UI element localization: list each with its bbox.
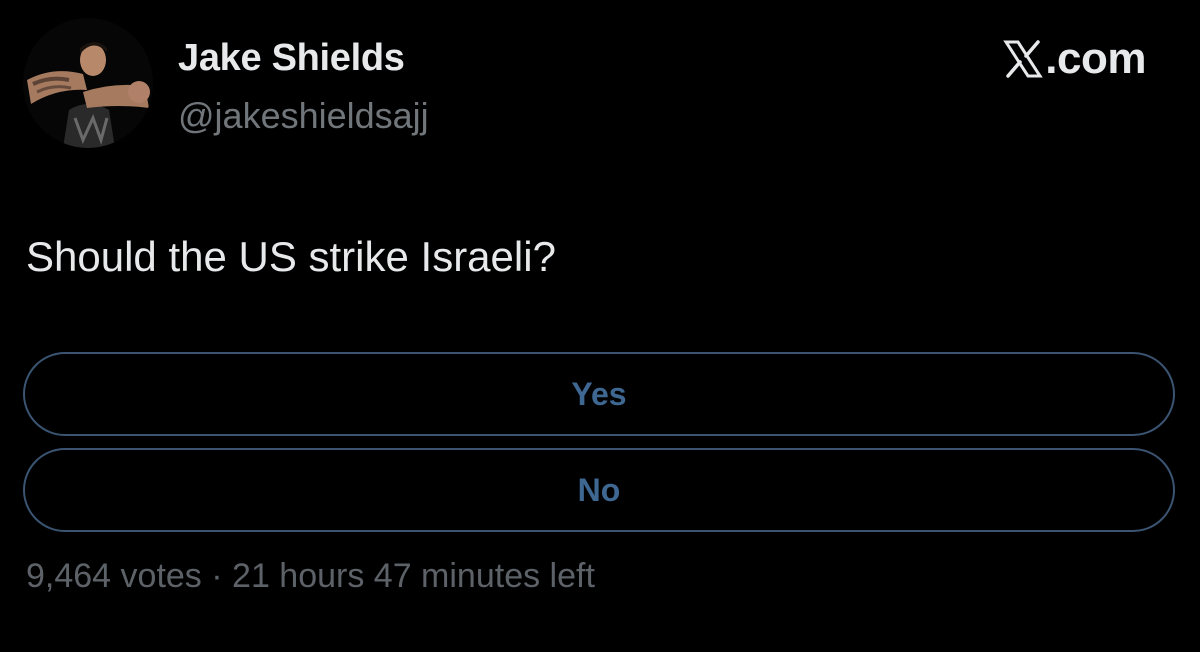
x-logo-icon [1003, 39, 1044, 79]
poll: Yes No [23, 352, 1175, 544]
poll-option-yes[interactable]: Yes [23, 352, 1175, 436]
tweet-text: Should the US strike Israeli? [26, 233, 556, 280]
brand-domain: .com [1045, 34, 1146, 83]
avatar[interactable] [23, 18, 153, 148]
user-handle[interactable]: @jakeshieldsajj [178, 95, 429, 137]
brand-watermark: .com [1003, 34, 1146, 84]
poll-meta-separator: · [211, 557, 223, 595]
poll-time-left: 21 hours 47 minutes left [232, 557, 595, 595]
display-name[interactable]: Jake Shields [178, 36, 405, 80]
avatar-photo [23, 18, 153, 148]
poll-option-no[interactable]: No [23, 448, 1175, 532]
tweet-card: Jake Shields @jakeshieldsajj .com Should… [0, 0, 1200, 652]
poll-vote-count: 9,464 votes [26, 557, 202, 595]
poll-meta: 9,464 votes · 21 hours 47 minutes left [26, 554, 595, 598]
